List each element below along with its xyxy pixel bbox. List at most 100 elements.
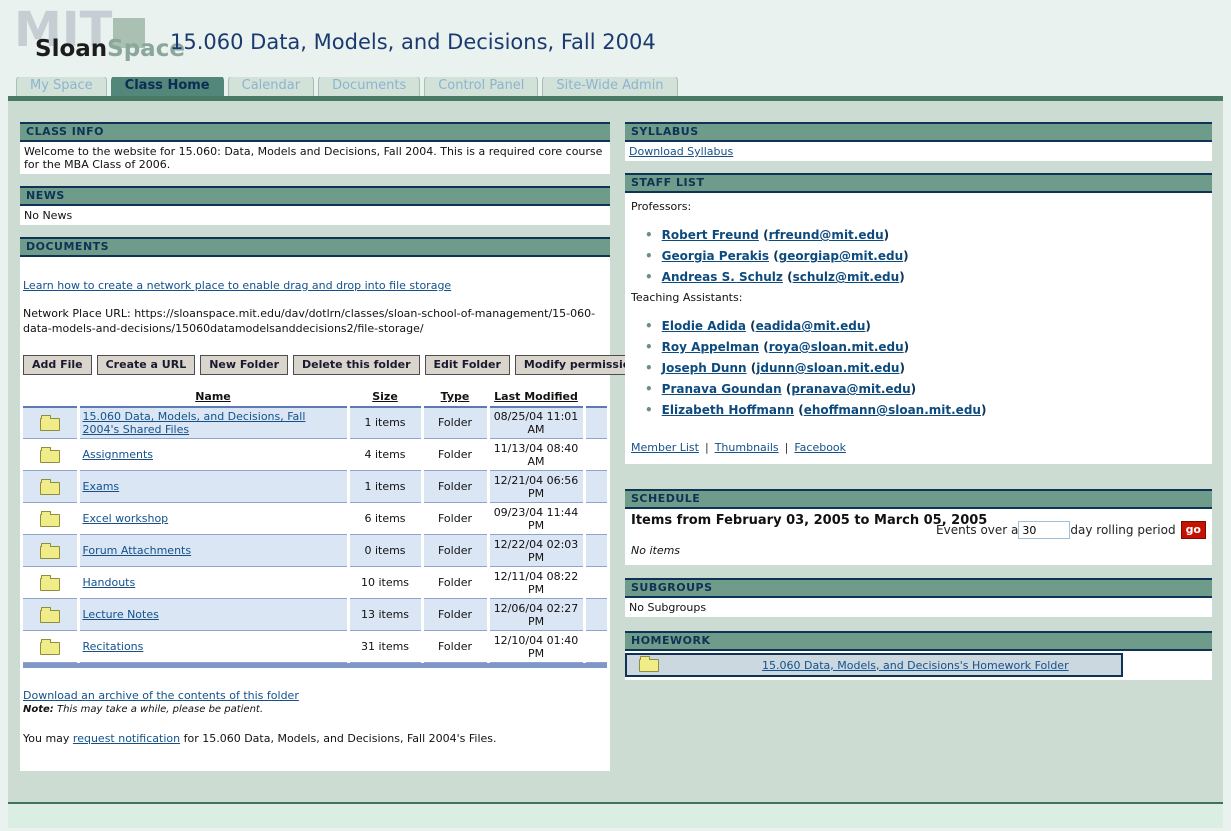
table-row: Forum Attachments 0 items Folder 12/22/0…: [23, 535, 607, 567]
header: MIT SloanSpace 15.060 Data, Models, and …: [0, 0, 1231, 77]
download-syllabus-link[interactable]: Download Syllabus: [629, 145, 733, 158]
professor-link[interactable]: Robert Freund: [662, 228, 759, 242]
file-table-header-row: Name Size Type Last Modified: [23, 388, 607, 407]
folder-icon: [639, 659, 659, 672]
list-item: Pranava Goundan (pranava@mit.edu): [645, 382, 1206, 396]
ta-email-link[interactable]: roya@sloan.mit.edu: [769, 340, 904, 354]
ta-link[interactable]: Pranava Goundan: [662, 382, 782, 396]
table-row: Lecture Notes 13 items Folder 12/06/04 0…: [23, 599, 607, 631]
paren: ): [903, 249, 908, 263]
paren: ): [911, 382, 916, 396]
folder-link[interactable]: Lecture Notes: [83, 608, 159, 621]
professor-link[interactable]: Georgia Perakis: [662, 249, 769, 263]
type-cell: Folder: [422, 503, 488, 535]
paren: ): [904, 340, 909, 354]
note-text: This may take a while, please be patient…: [54, 704, 263, 715]
ta-email-link[interactable]: pranava@mit.edu: [791, 382, 910, 396]
folder-icon: [40, 610, 60, 623]
thumbnails-link[interactable]: Thumbnails: [715, 441, 779, 454]
tab-calendar[interactable]: Calendar: [228, 74, 314, 96]
sort-by-type[interactable]: Type: [422, 388, 488, 407]
member-list-link[interactable]: Member List: [631, 441, 699, 454]
right-column: SYLLABUS Download Syllabus STAFF LIST Pr…: [625, 122, 1212, 802]
modified-cell: 12/21/04 06:56 PM: [488, 471, 584, 503]
edit-folder-button[interactable]: Edit Folder: [425, 355, 510, 375]
ta-email-link[interactable]: jdunn@sloan.mit.edu: [756, 361, 899, 375]
separator: |: [705, 441, 709, 454]
news-header: NEWS: [20, 186, 610, 206]
folder-icon: [40, 514, 60, 527]
paren: ): [981, 403, 986, 417]
folder-link[interactable]: Recitations: [83, 640, 144, 653]
type-cell: Folder: [422, 439, 488, 471]
new-folder-button[interactable]: New Folder: [200, 355, 288, 375]
size-cell: 4 items: [348, 439, 422, 471]
tab-control-panel[interactable]: Control Panel: [424, 74, 538, 96]
create-url-button[interactable]: Create a URL: [97, 355, 196, 375]
news-body: No News: [20, 206, 610, 225]
paren: ): [899, 361, 904, 375]
tab-documents[interactable]: Documents: [318, 74, 420, 96]
professor-link[interactable]: Andreas S. Schulz: [662, 270, 783, 284]
professor-email-link[interactable]: rfreund@mit.edu: [769, 228, 884, 242]
type-cell: Folder: [422, 407, 488, 439]
ta-email-link[interactable]: eadida@mit.edu: [756, 319, 866, 333]
table-row: 15.060 Data, Models, and Decisions, Fall…: [23, 407, 607, 439]
schedule-body: Items from February 03, 2005 to March 05…: [625, 509, 1212, 565]
professor-email-link[interactable]: schulz@mit.edu: [793, 270, 900, 284]
folder-actions: Add File Create a URL New Folder Delete …: [23, 355, 607, 375]
type-cell: Folder: [422, 535, 488, 567]
folder-icon: [40, 642, 60, 655]
ta-email-link[interactable]: ehoffmann@sloan.mit.edu: [804, 403, 981, 417]
modified-cell: 12/06/04 02:27 PM: [488, 599, 584, 631]
ta-link[interactable]: Roy Appelman: [662, 340, 759, 354]
download-archive-link[interactable]: Download an archive of the contents of t…: [23, 689, 299, 702]
folder-link[interactable]: Exams: [83, 480, 120, 493]
folder-link[interactable]: Excel workshop: [83, 512, 169, 525]
professor-email-link[interactable]: georgiap@mit.edu: [779, 249, 903, 263]
sloanspace-logo[interactable]: MIT SloanSpace: [14, 10, 164, 66]
table-row: Assignments 4 items Folder 11/13/04 08:4…: [23, 439, 607, 471]
events-suffix: day rolling period: [1070, 523, 1175, 537]
folder-link[interactable]: Forum Attachments: [83, 544, 192, 557]
staff-list-body: Professors: Robert Freund (rfreund@mit.e…: [625, 193, 1212, 464]
footer-band: [8, 804, 1223, 828]
ta-link[interactable]: Elodie Adida: [662, 319, 746, 333]
ta-link[interactable]: Joseph Dunn: [662, 361, 747, 375]
size-cell: 1 items: [348, 471, 422, 503]
modified-cell: 08/25/04 11:01 AM: [488, 407, 584, 439]
network-place-help-link[interactable]: Learn how to create a network place to e…: [23, 279, 451, 292]
modified-cell: 12/11/04 08:22 PM: [488, 567, 584, 599]
notify-prefix: You may: [23, 732, 73, 745]
notification-line: You may request notification for 15.060 …: [23, 732, 607, 745]
add-file-button[interactable]: Add File: [23, 355, 92, 375]
left-column: CLASS INFO Welcome to the website for 15…: [20, 122, 610, 802]
staff-list-header: STAFF LIST: [625, 173, 1212, 193]
request-notification-link[interactable]: request notification: [73, 732, 180, 745]
folder-link[interactable]: 15.060 Data, Models, and Decisions, Fall…: [83, 410, 306, 436]
type-cell: Folder: [422, 631, 488, 663]
size-cell: 10 items: [348, 567, 422, 599]
tab-my-space[interactable]: My Space: [16, 74, 107, 96]
sort-by-size[interactable]: Size: [348, 388, 422, 407]
table-row: Excel workshop 6 items Folder 09/23/04 1…: [23, 503, 607, 535]
size-cell: 31 items: [348, 631, 422, 663]
sort-by-name[interactable]: Name: [78, 388, 348, 407]
events-prefix: Events over a: [936, 523, 1018, 537]
folder-link[interactable]: Handouts: [83, 576, 136, 589]
homework-folder-row: 15.060 Data, Models, and Decisions's Hom…: [625, 653, 1123, 677]
tab-site-wide-admin[interactable]: Site-Wide Admin: [542, 74, 677, 96]
sort-by-modified[interactable]: Last Modified: [488, 388, 584, 407]
rolling-period-input[interactable]: [1018, 521, 1070, 539]
facebook-link[interactable]: Facebook: [794, 441, 846, 454]
delete-folder-button[interactable]: Delete this folder: [293, 355, 419, 375]
tab-class-home[interactable]: Class Home: [111, 74, 224, 96]
homework-folder-link[interactable]: 15.060 Data, Models, and Decisions's Hom…: [762, 659, 1069, 672]
ta-link[interactable]: Elizabeth Hoffmann: [662, 403, 794, 417]
paren: ): [899, 270, 904, 284]
folder-icon: [40, 482, 60, 495]
folder-link[interactable]: Assignments: [83, 448, 154, 461]
network-place-url: Network Place URL: https://sloanspace.mi…: [23, 307, 607, 337]
folder-icon: [40, 578, 60, 591]
go-button[interactable]: go: [1181, 521, 1206, 539]
